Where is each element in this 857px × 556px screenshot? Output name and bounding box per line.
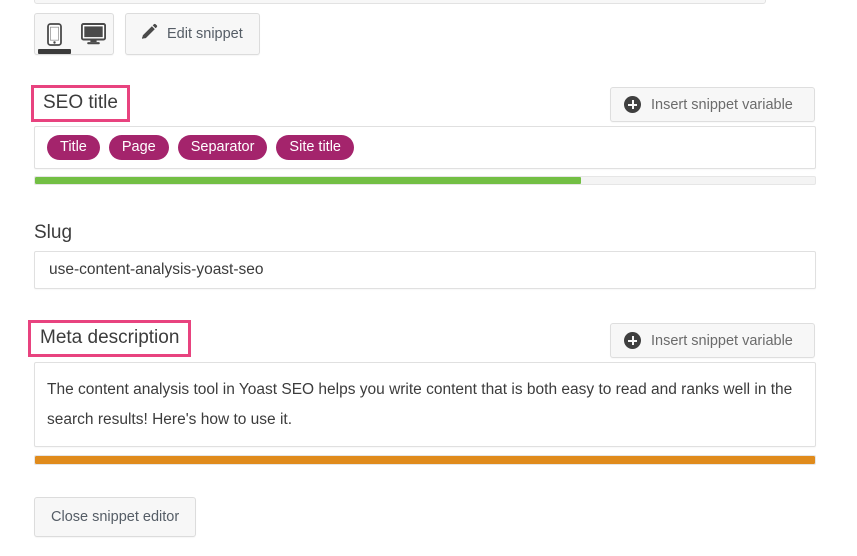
meta-description-textarea[interactable]: The content analysis tool in Yoast SEO h… <box>34 362 816 447</box>
insert-snippet-variable-label: Insert snippet variable <box>651 96 793 113</box>
desktop-icon <box>81 23 106 45</box>
meta-description-score-fill <box>35 456 815 464</box>
insert-snippet-variable-button-title[interactable]: Insert snippet variable <box>610 87 815 122</box>
meta-description-label: Meta description <box>28 320 192 357</box>
seo-title-input[interactable]: Title Page Separator Site title <box>34 126 816 169</box>
seo-title-score-bar <box>34 176 816 185</box>
meta-description-value: The content analysis tool in Yoast SEO h… <box>47 381 793 429</box>
mobile-preview-button[interactable] <box>35 14 74 54</box>
desktop-preview-button[interactable] <box>74 14 113 54</box>
snippet-variable-pill[interactable]: Page <box>108 134 169 161</box>
slug-input[interactable]: use-content-analysis-yoast-seo <box>34 251 816 289</box>
snippet-toolbar: Edit snippet <box>34 13 260 55</box>
snippet-editor-screen: Edit snippet SEO title Insert snippet va… <box>0 0 857 556</box>
meta-description-score-bar <box>34 455 816 465</box>
snippet-variable-pill[interactable]: Site title <box>276 134 355 161</box>
insert-snippet-variable-label: Insert snippet variable <box>651 332 793 349</box>
slug-value: use-content-analysis-yoast-seo <box>49 261 264 278</box>
pencil-icon <box>140 23 158 45</box>
snippet-variable-pill-row: Title Page Separator Site title <box>35 127 815 168</box>
cut-off-panel-above <box>34 0 766 4</box>
plus-circle-icon <box>624 96 641 113</box>
snippet-variable-pill[interactable]: Separator <box>177 134 268 161</box>
close-snippet-editor-button[interactable]: Close snippet editor <box>34 497 197 537</box>
close-snippet-editor-label: Close snippet editor <box>51 509 180 525</box>
edit-snippet-label: Edit snippet <box>167 26 243 42</box>
device-preview-toggle[interactable] <box>34 13 114 55</box>
seo-title-score-fill <box>35 177 581 184</box>
mobile-icon <box>47 22 62 46</box>
slug-label: Slug <box>34 222 73 243</box>
snippet-variable-pill[interactable]: Title <box>47 134 100 161</box>
insert-snippet-variable-button-meta[interactable]: Insert snippet variable <box>610 323 815 358</box>
seo-title-label: SEO title <box>31 85 130 122</box>
plus-circle-icon <box>624 332 641 349</box>
edit-snippet-button[interactable]: Edit snippet <box>125 13 260 55</box>
